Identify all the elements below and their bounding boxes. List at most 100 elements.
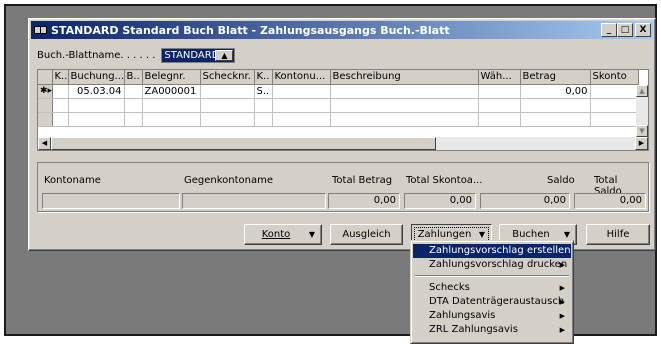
total-betrag-label: Total Betrag [332,175,393,186]
title-bar[interactable]: STANDARD Standard Buch Blatt - Zahlungsa… [31,21,653,39]
table-cell[interactable] [68,98,125,113]
journal-name-field[interactable]: STANDARD ▲ [161,48,236,63]
scroll-down-icon[interactable]: ▼ [636,125,648,137]
column-header[interactable]: Schecknr. [200,70,255,85]
journal-name-label: Buch.-Blattname. . . . . . [37,50,156,61]
zahlungen-button-label: Zahlungen [417,229,472,240]
table-cell[interactable] [590,84,639,99]
table-cell[interactable] [52,112,69,127]
submenu-arrow-icon: ▶ [559,312,565,320]
hilfe-button[interactable]: Hilfe [586,224,650,245]
gegenkontoname-label: Gegenkontoname [184,175,274,186]
scroll-thumb[interactable] [51,137,436,150]
table-cell[interactable] [478,84,521,99]
up-arrow-icon[interactable]: ▲ [215,50,234,61]
scroll-right-icon[interactable]: ▶ [635,137,648,150]
window-controls: _ □ X [601,23,651,37]
table-cell[interactable] [52,84,69,99]
table-cell[interactable] [330,112,479,127]
scroll-left-icon[interactable]: ◀ [38,137,51,150]
table-cell[interactable] [330,98,479,113]
saldo-field: 0,00 [480,193,570,209]
menu-item-schecks[interactable]: Schecks ▶ [413,281,571,295]
menu-item-label: Zahlungsvorschlag erstellen [429,245,571,256]
row-marker[interactable] [38,112,53,127]
column-header[interactable]: Skonto [590,70,639,85]
buchen-button-label: Buchen [512,229,550,240]
chevron-down-icon: ▼ [308,230,315,239]
menu-item-zahlungsvorschlag-drucken[interactable]: Zahlungsvorschlag drucken ▶ [413,258,571,272]
table-cell[interactable] [200,112,255,127]
table-cell[interactable]: 0,00 [520,84,591,99]
submenu-arrow-icon: ▶ [559,298,565,306]
journal-grid[interactable]: K.. Buchung... B.. Belegnr. Schecknr. K.… [37,69,649,151]
column-header[interactable]: Beschreibung [330,70,479,85]
table-cell[interactable] [272,98,331,113]
table-cell[interactable] [272,84,331,99]
menu-separator [415,275,569,277]
scroll-up-icon[interactable]: ▲ [636,85,648,97]
column-header[interactable]: K.. [254,70,273,85]
row-marker[interactable]: ✱▸ [38,84,53,99]
table-cell[interactable] [200,98,255,113]
column-header[interactable]: Kontonu... [272,70,331,85]
menu-item-label: Zahlungsavis [429,310,496,321]
table-cell[interactable] [254,112,273,127]
close-button[interactable]: X [635,23,651,37]
journal-name-value: STANDARD [164,50,220,61]
ausgleich-button[interactable]: Ausgleich [330,224,403,245]
table-cell[interactable] [142,112,201,127]
table-cell[interactable] [200,84,255,99]
table-cell[interactable]: 05.03.04 [68,84,125,99]
table-cell[interactable] [478,112,521,127]
table-cell[interactable] [590,112,639,127]
table-cell[interactable] [520,98,591,113]
app-icon [34,24,48,36]
menu-item-dta-datentraegeraustausch[interactable]: DTA Datenträgeraustausch ▶ [413,295,571,309]
table-cell[interactable] [330,84,479,99]
row-marker[interactable] [38,98,53,113]
menu-item-zahlungsvorschlag-erstellen[interactable]: Zahlungsvorschlag erstellen [413,244,571,258]
table-cell[interactable]: S.. [254,84,273,99]
menu-item-label: ZRL Zahlungsavis [429,324,518,335]
gegenkontoname-field [182,193,326,209]
horizontal-scrollbar[interactable]: ◀ ▶ [38,137,648,150]
table-row[interactable]: ✱▸ 05.03.04 ZA000001 S.. 0,00 [38,84,639,99]
column-header[interactable]: B.. [124,70,143,85]
table-cell[interactable] [478,98,521,113]
table-cell[interactable] [124,98,143,113]
minimize-button[interactable]: _ [601,23,617,37]
submenu-arrow-icon: ▶ [559,326,565,334]
maximize-button[interactable]: □ [617,23,633,37]
saldo-label: Saldo [547,175,575,186]
table-row[interactable] [38,98,639,113]
table-cell[interactable]: ZA000001 [142,84,201,99]
table-cell[interactable] [520,112,591,127]
menu-item-label: Zahlungsvorschlag drucken [429,259,568,270]
ausgleich-button-label: Ausgleich [342,229,391,240]
table-cell[interactable] [124,112,143,127]
table-cell[interactable] [52,98,69,113]
column-header [38,70,53,85]
journal-window: STANDARD Standard Buch Blatt - Zahlungsa… [28,18,656,251]
menu-item-zahlungsavis[interactable]: Zahlungsavis ▶ [413,309,571,323]
table-cell[interactable] [142,98,201,113]
vertical-scrollbar[interactable]: ▲ ▼ [636,85,648,137]
table-cell[interactable] [254,98,273,113]
column-header[interactable]: Belegnr. [142,70,201,85]
table-cell[interactable] [272,112,331,127]
column-header[interactable]: Wäh... [478,70,521,85]
menu-item-zrl-zahlungsavis[interactable]: ZRL Zahlungsavis ▶ [413,323,571,337]
column-header[interactable]: Betrag [520,70,591,85]
menu-item-label: DTA Datenträgeraustausch [429,296,565,307]
table-header-row: K.. Buchung... B.. Belegnr. Schecknr. K.… [38,70,639,85]
column-header[interactable]: K.. [52,70,69,85]
table-cell[interactable] [590,98,639,113]
window-title: STANDARD Standard Buch Blatt - Zahlungsa… [51,23,450,37]
table-row[interactable] [38,112,639,127]
table-cell[interactable] [68,112,125,127]
konto-button[interactable]: Konto ▼ [244,224,322,245]
table-cell[interactable] [124,84,143,99]
chevron-down-icon: ▼ [478,230,485,239]
column-header[interactable]: Buchung... [68,70,125,85]
